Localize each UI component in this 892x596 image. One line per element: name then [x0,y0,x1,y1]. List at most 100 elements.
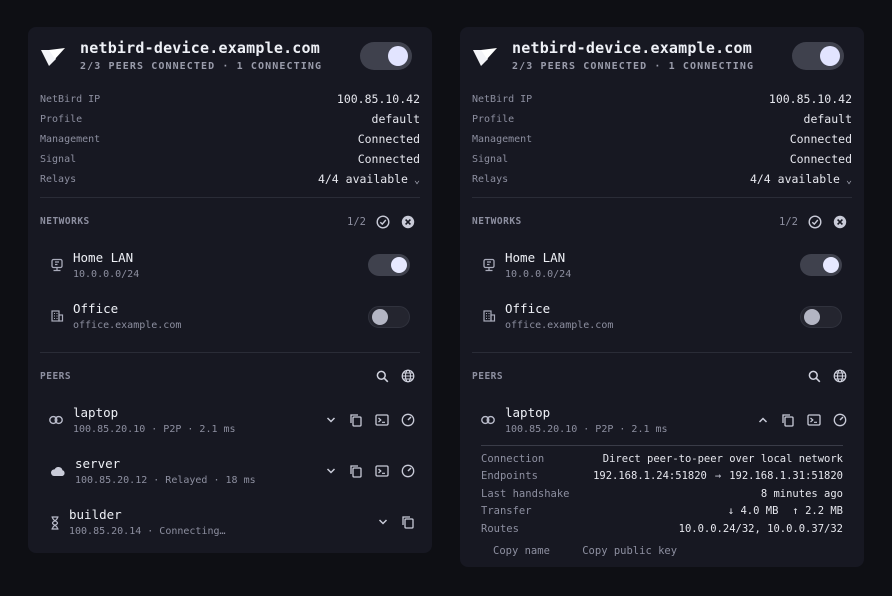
info-label: Signal [472,153,509,165]
networks-header: NETWORKS 1/2 [472,213,852,231]
networks-header: NETWORKS 1/2 [40,213,420,231]
check-circle-icon[interactable] [808,215,822,229]
endpoint-remote: 192.168.1.31:51820 [729,470,843,483]
terminal-icon[interactable] [375,413,389,427]
device-title: netbird-device.example.com [512,39,752,57]
network-item[interactable]: Home LAN 10.0.0.0/24 [36,250,420,290]
detail-value: 192.168.1.24:51820 → 192.168.1.31:51820 [593,470,843,482]
info-value: 100.85.10.42 [336,92,420,106]
peer-name: laptop [505,405,551,420]
chevron-down-icon[interactable] [326,416,336,424]
detail-row-endpoints: Endpoints 192.168.1.24:51820 → 192.168.1.31… [481,468,843,486]
info-row-signal: Signal Connected [40,149,420,169]
device-title: netbird-device.example.com [80,39,320,57]
info-list: NetBird IP 100.85.10.42 Profile default Ma… [472,89,852,189]
close-circle-icon[interactable] [401,215,415,229]
detail-value: 8 minutes ago [760,487,843,500]
copy-icon[interactable] [401,515,415,529]
relays-dropdown[interactable]: 4/4 available ⌄ [750,172,852,186]
link-icon [481,415,495,425]
network-name: Home LAN [505,250,566,265]
detail-row-handshake: Last handshake 8 minutes ago [481,485,843,503]
connection-toggle[interactable] [792,42,844,70]
info-value: Connected [789,152,852,166]
info-value: 100.85.10.42 [768,92,852,106]
speedometer-icon[interactable] [833,413,847,427]
panel-header: netbird-device.example.com 2/3 PEERS CON… [28,27,432,87]
chevron-down-icon[interactable] [378,518,388,526]
peer-row-expanded[interactable]: laptop 100.85.20.10 · P2P · 2.1 ms [472,405,852,445]
peer-row[interactable]: server 100.85.20.12 · Relayed · 18 ms [40,456,420,496]
globe-icon[interactable] [833,369,847,383]
close-circle-icon[interactable] [833,215,847,229]
speedometer-icon[interactable] [401,464,415,478]
relays-dropdown[interactable]: 4/4 available ⌄ [318,172,420,186]
info-list: NetBird IP 100.85.10.42 Profile default Ma… [40,89,420,189]
peer-detail: Connection Direct peer-to-peer over local… [481,445,843,538]
divider [472,352,852,353]
network-toggle[interactable] [368,254,410,276]
peer-name: laptop [73,405,119,420]
info-value: Connected [357,132,420,146]
copy-public-key-link[interactable]: Copy public key [582,545,677,557]
info-value: default [371,112,420,126]
connection-toggle[interactable] [360,42,412,70]
terminal-icon[interactable] [375,464,389,478]
info-row-relays[interactable]: Relays 4/4 available ⌄ [472,169,852,189]
detail-label: Routes [481,522,519,535]
globe-icon[interactable] [401,369,415,383]
peer-name: server [75,456,121,471]
info-label: Profile [472,113,515,125]
router-icon [483,258,495,272]
network-item[interactable]: Office office.example.com [468,301,852,341]
peer-row[interactable]: builder 100.85.20.14 · Connecting… [40,507,420,547]
endpoint-local: 192.168.1.24:51820 [593,470,707,483]
network-subnet: 10.0.0.0/24 [73,269,140,280]
info-value: Connected [789,132,852,146]
copy-icon[interactable] [349,464,363,478]
divider [472,197,852,198]
network-toggle[interactable] [800,306,842,328]
peer-row[interactable]: laptop 100.85.20.10 · P2P · 2.1 ms [40,405,420,445]
info-label: NetBird IP [40,93,101,105]
network-domain: office.example.com [505,320,614,331]
copy-icon[interactable] [781,413,795,427]
peers-summary: 2/3 PEERS CONNECTED · 1 CONNECTING [80,61,323,72]
check-circle-icon[interactable] [376,215,390,229]
router-icon [51,258,63,272]
info-row-profile: Profile default [40,109,420,129]
info-row-netbird-ip: NetBird IP 100.85.10.42 [472,89,852,109]
detail-value: Direct peer-to-peer over local network [602,452,843,465]
copy-name-link[interactable]: Copy name [493,545,550,557]
detail-label: Connection [481,452,545,465]
netbird-logo-icon [473,48,497,66]
network-item[interactable]: Home LAN 10.0.0.0/24 [468,250,852,290]
network-toggle[interactable] [368,306,410,328]
transfer-down: ↓ 4.0 MB [727,505,779,518]
building-icon [51,310,64,322]
speedometer-icon[interactable] [401,413,415,427]
divider [40,352,420,353]
info-label: Profile [40,113,83,125]
chevron-up-icon[interactable] [758,416,768,424]
network-item[interactable]: Office office.example.com [36,301,420,341]
peers-title: PEERS [40,371,72,382]
info-value: default [803,112,852,126]
networks-title: NETWORKS [40,216,90,227]
netbird-logo-icon [41,48,65,66]
info-row-relays[interactable]: Relays 4/4 available ⌄ [40,169,420,189]
search-icon[interactable] [376,370,389,383]
networks-count: 1/2 [347,216,366,228]
search-icon[interactable] [808,370,821,383]
info-label: NetBird IP [472,93,533,105]
status-panel-expanded: netbird-device.example.com 2/3 PEERS CON… [460,27,864,567]
terminal-icon[interactable] [807,413,821,427]
info-row-profile: Profile default [472,109,852,129]
network-toggle[interactable] [800,254,842,276]
info-row-signal: Signal Connected [472,149,852,169]
network-name: Office [73,301,119,316]
chevron-down-icon[interactable] [326,467,336,475]
transfer-up: ↑ 2.2 MB [792,505,843,518]
copy-icon[interactable] [349,413,363,427]
peers-header: PEERS [472,368,852,386]
